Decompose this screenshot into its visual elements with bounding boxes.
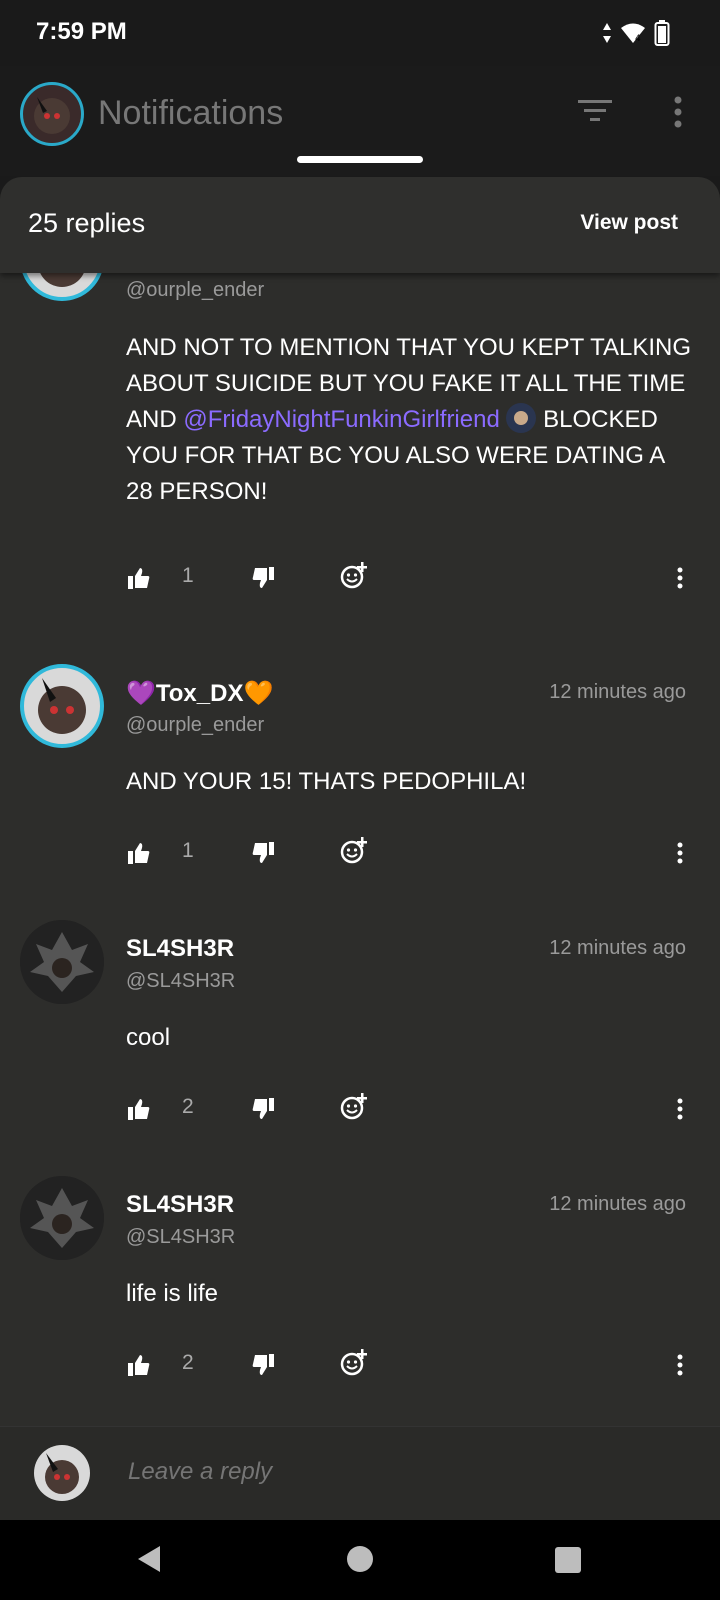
comment-item: 💜Tox_DX🧡 12 minutes ago @ourple_ender AN… [0,664,720,904]
comment-actions: 2 [0,1345,720,1385]
more-vertical-icon[interactable] [676,567,684,589]
profile-avatar[interactable] [20,82,84,146]
comment-body: AND YOUR 15! THATS PEDOPHILA! [126,768,527,795]
thumbs-down-icon[interactable] [252,842,274,864]
mention-avatar [506,403,537,433]
thumbs-up-icon[interactable] [128,1354,150,1376]
reply-bar [0,1426,720,1521]
avatar[interactable] [20,664,104,748]
comment-actions: 1 [0,558,720,598]
thumbs-up-icon[interactable] [128,1098,150,1120]
home-icon[interactable] [347,1546,373,1572]
comment-item: SL4SH3R 12 minutes ago @SL4SH3R cool 2 [0,920,720,1160]
like-count: 1 [182,839,194,862]
comment-actions: 2 [0,1089,720,1129]
avatar[interactable] [20,920,104,1004]
comment-time: 12 minutes ago [549,681,686,703]
add-emoji-icon[interactable] [340,562,368,590]
add-emoji-icon[interactable] [340,1093,368,1121]
system-nav-bar [0,1520,720,1600]
comment-body: life is life [126,1280,219,1307]
svg-text:4: 4 [635,34,641,44]
comment-body: cool [126,1024,171,1051]
mention-link[interactable]: @FridayNightFunkinGirlfriend [183,406,499,433]
like-count: 1 [182,564,194,587]
comment-handle: @SL4SH3R [126,970,236,992]
battery-icon [654,20,670,46]
replies-sheet: 25 replies View post @ourple_ender AND N… [0,177,720,1519]
comment-time: 12 minutes ago [549,937,686,959]
more-vertical-icon[interactable] [676,1098,684,1120]
more-vertical-icon[interactable] [672,96,684,128]
more-vertical-icon[interactable] [676,842,684,864]
avatar [34,1445,90,1501]
comment-body: AND NOT TO MENTION THAT YOU KEPT TALKING… [126,330,696,510]
add-emoji-icon[interactable] [340,1349,368,1377]
like-count: 2 [182,1351,194,1374]
sheet-drag-handle[interactable] [297,156,423,163]
status-bar: 7:59 PM 4 [0,0,720,66]
status-time: 7:59 PM [36,18,127,45]
recents-icon[interactable] [555,1547,581,1573]
add-emoji-icon[interactable] [340,837,368,865]
comment-time: 12 minutes ago [549,1193,686,1215]
more-vertical-icon[interactable] [676,1354,684,1376]
thumbs-down-icon[interactable] [252,567,274,589]
thumbs-down-icon[interactable] [252,1098,274,1120]
comment-handle: @ourple_ender [126,279,265,301]
comment-actions: 1 [0,833,720,873]
replies-count: 25 replies [28,208,146,238]
reply-input[interactable] [126,1457,690,1487]
sheet-header: 25 replies View post [0,177,720,273]
comment-item: SL4SH3R 12 minutes ago @SL4SH3R life is … [0,1176,720,1416]
like-count: 2 [182,1095,194,1118]
view-post-button[interactable]: View post [580,211,678,235]
back-icon[interactable] [136,1544,162,1574]
filter-icon[interactable] [578,98,612,124]
thumbs-up-icon[interactable] [128,567,150,589]
comment-handle: @ourple_ender [126,714,265,736]
wifi-icon: 4 [621,23,645,44]
avatar[interactable] [20,1176,104,1260]
status-icons: 4 [602,20,670,46]
comment-author[interactable]: SL4SH3R [126,1191,234,1219]
thumbs-down-icon[interactable] [252,1354,274,1376]
data-arrows-icon [603,23,611,43]
comment-author[interactable]: SL4SH3R [126,935,234,963]
comment-handle: @SL4SH3R [126,1226,236,1248]
app-header: Notifications [0,66,720,176]
comment-author[interactable]: 💜Tox_DX🧡 [126,679,273,708]
thumbs-up-icon[interactable] [128,842,150,864]
page-title: Notifications [98,94,284,132]
